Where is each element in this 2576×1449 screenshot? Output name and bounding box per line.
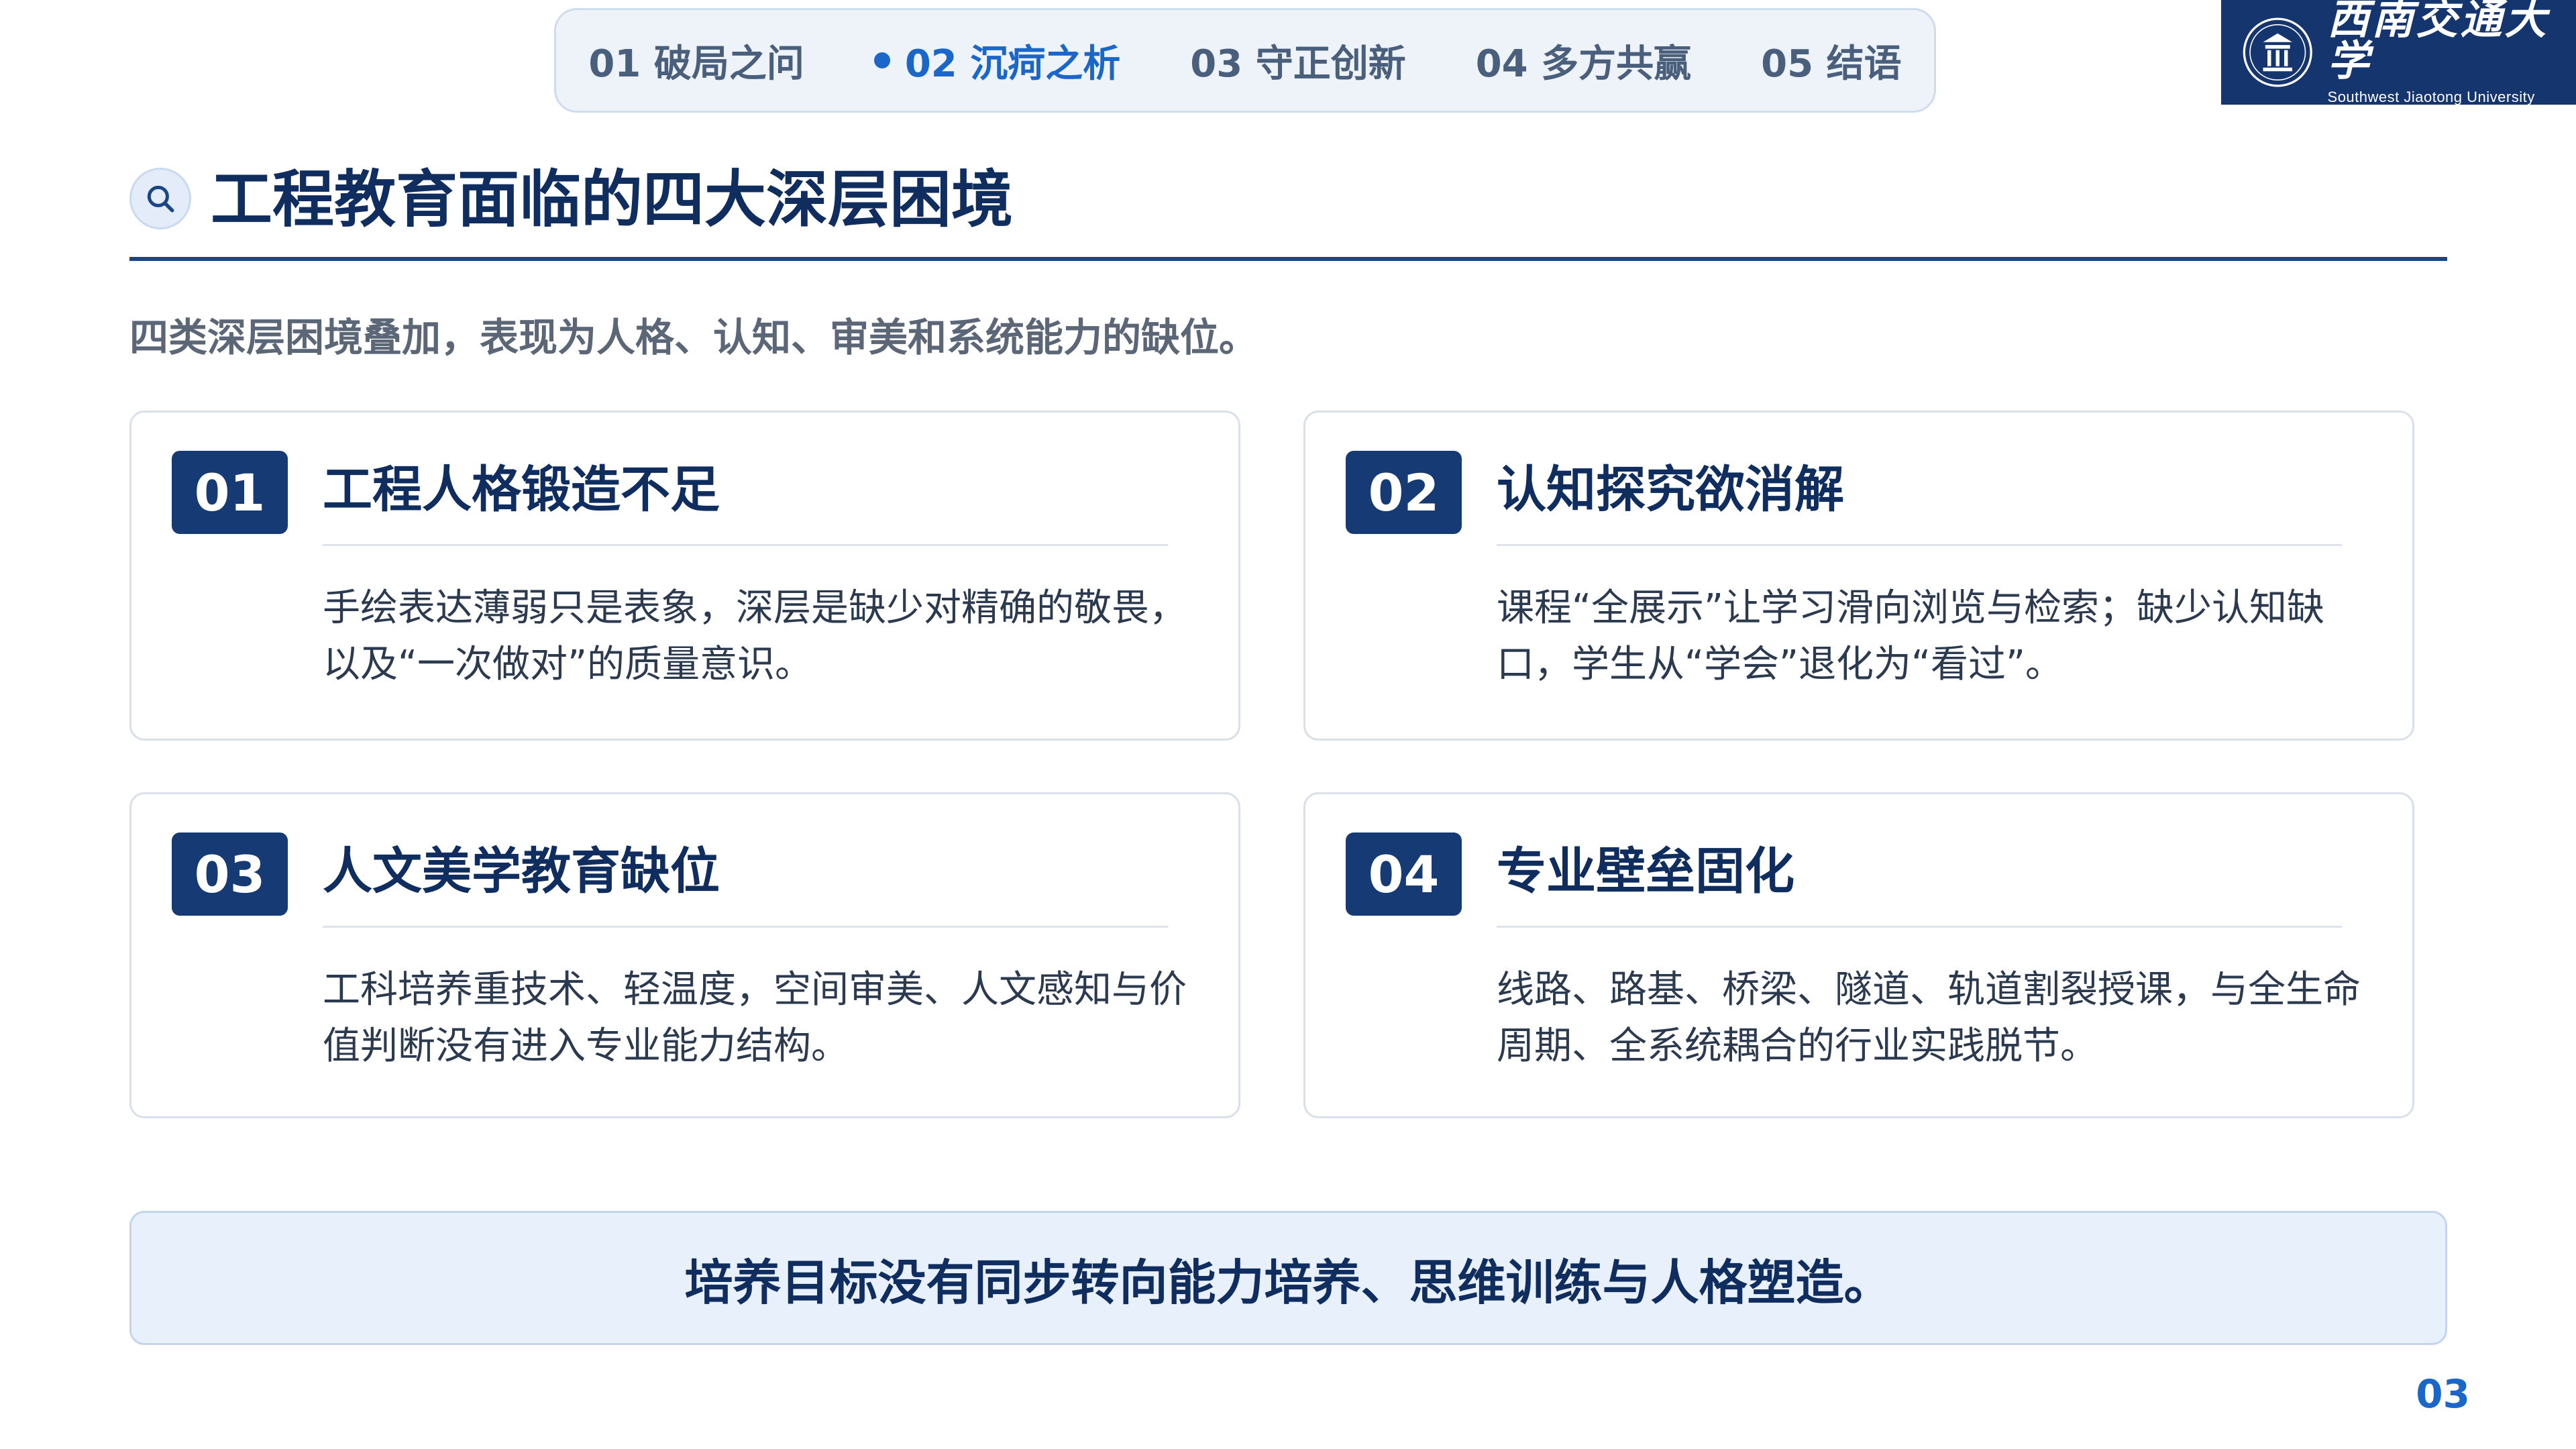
card-description: 线路、路基、桥梁、隧道、轨道割裂授课，与全生命周期、全系统耦合的行业实践脱节。 [1497,968,2361,1068]
card-title: 专业壁垒固化 [1497,843,1794,900]
dilemma-card-04: 04 专业壁垒固化 线路、路基、桥梁、隧道、轨道割裂授课，与全生命周期、全系统耦… [1303,792,2414,1118]
search-icon [147,185,174,213]
card-number-badge: 02 [1346,451,1462,534]
logo-name-en: Southwest Jiaotong University [2327,89,2535,105]
card-title: 认知探究欲消解 [1497,461,1844,519]
page-number: 03 [2416,1371,2470,1417]
card-description: 工科培养重技术、轻温度，空间审美、人文感知与价值判断没有进入专业能力结构。 [323,968,1187,1068]
dilemma-card-01: 01 工程人格锻造不足 手绘表达薄弱只是表象，深层是缺少对精确的敬畏，以及“一次… [129,411,1240,741]
dilemma-card-03: 03 人文美学教育缺位 工科培养重技术、轻温度，空间审美、人文感知与价值判断没有… [129,792,1240,1118]
card-title: 工程人格锻造不足 [323,461,720,519]
card-description: 课程“全展示”让学习滑向浏览与检索；缺少认知缺口，学生从“学会”退化为“看过”。 [1497,586,2325,686]
nav-item-04[interactable]: 04 多方共赢 [1441,34,1726,88]
card-number-badge: 03 [172,833,288,916]
nav-item-03[interactable]: 03 守正创新 [1155,34,1440,88]
dilemma-card-02: 02 认知探究欲消解 课程“全展示”让学习滑向浏览与检索；缺少认知缺口，学生从“… [1303,411,2414,741]
nav-item-02[interactable]: 02 沉疴之析 [839,34,1155,88]
card-number-badge: 01 [172,451,288,534]
card-divider [1497,544,2342,546]
nav-item-label: 04 多方共赢 [1475,42,1692,86]
card-divider [323,926,1168,928]
card-divider [1497,926,2342,928]
section-nav: 01 破局之问 02 沉疴之析 03 守正创新 04 多方共赢 05 结语 [554,8,1936,113]
conclusion-banner: 培养目标没有同步转向能力培养、思维训练与人格塑造。 [129,1211,2447,1345]
heading-badge [129,168,191,229]
conclusion-text: 培养目标没有同步转向能力培养、思维训练与人格塑造。 [684,1254,1892,1311]
card-description: 手绘表达薄弱只是表象，深层是缺少对精确的敬畏，以及“一次做对”的质量意识。 [323,586,1187,686]
card-divider [323,544,1168,546]
university-logo: 西南交通大学 Southwest Jiaotong University [2221,0,2576,105]
nav-item-label: 05 结语 [1761,42,1902,86]
page-title: 工程教育面临的四大深层困境 [211,164,1014,235]
logo-text: 西南交通大学 Southwest Jiaotong University [2328,0,2576,106]
logo-name-cn: 西南交通大学 [2327,0,2549,85]
university-seal-icon [2243,17,2312,87]
nav-item-label: 03 守正创新 [1190,42,1406,86]
nav-item-05[interactable]: 05 结语 [1726,34,1936,88]
card-title: 人文美学教育缺位 [323,843,720,900]
nav-item-01[interactable]: 01 破局之问 [553,34,839,88]
page-subtitle: 四类深层困境叠加，表现为人格、认知、审美和系统能力的缺位。 [129,315,1258,360]
active-dot-icon [873,52,890,68]
card-number-badge: 04 [1346,833,1462,916]
title-divider [129,257,2447,261]
nav-item-label: 01 破局之问 [588,42,804,86]
nav-item-label: 02 沉疴之析 [904,42,1121,86]
